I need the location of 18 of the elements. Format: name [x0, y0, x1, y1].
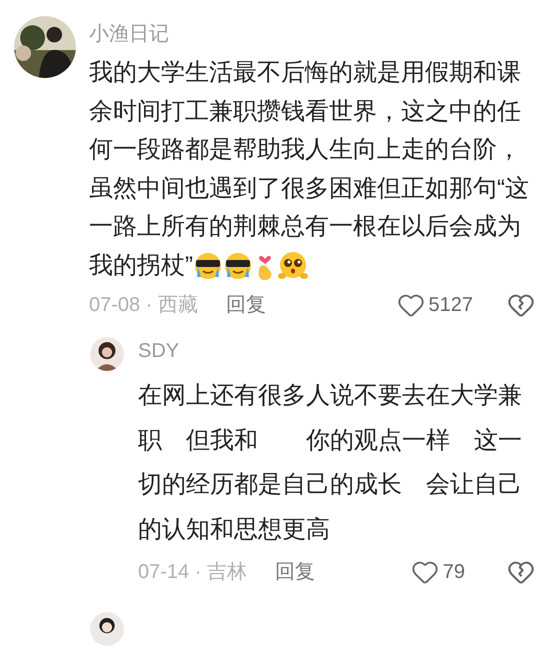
- pleading-face-emoji-icon: [277, 250, 309, 281]
- comment-text-line: 虽然中间也遇到了很多困难但正如那句“这: [89, 174, 529, 204]
- crying-sunglasses-emoji-icon: [193, 250, 223, 281]
- like-button[interactable]: 79: [410, 557, 465, 587]
- reply-link[interactable]: 回复: [274, 557, 315, 587]
- date-location: 07-08 · 西藏: [89, 293, 198, 318]
- comment-text-line: 我的大学生活最不后悔的就是用假期和课: [89, 58, 521, 88]
- reply-text: 在网上还有很多人说不要去在大学兼 职 但我和 你的观点一样 这一 切的经历都是自己的成长 会让自己 的认知和思想更高: [138, 381, 522, 544]
- comment-text-line: 我的拐杖”: [89, 250, 193, 280]
- date-location: 07-14 · 吉林: [138, 560, 247, 585]
- like-button[interactable]: 5127: [396, 290, 473, 320]
- comment-text-line: 一路上所有的荆棘总有一根在以后会成为: [89, 212, 521, 242]
- comment-text-line: 何一段路都是帮助我人生向上走的台阶，: [89, 135, 521, 165]
- comment-text-line: 余时间打工兼职攒钱看世界，这之中的任: [89, 96, 521, 126]
- reply-link[interactable]: 回复: [226, 290, 266, 320]
- author-name: 小渔日记: [89, 22, 170, 47]
- crying-sunglasses-emoji-icon: [223, 250, 253, 281]
- author-name: SDY: [138, 339, 180, 364]
